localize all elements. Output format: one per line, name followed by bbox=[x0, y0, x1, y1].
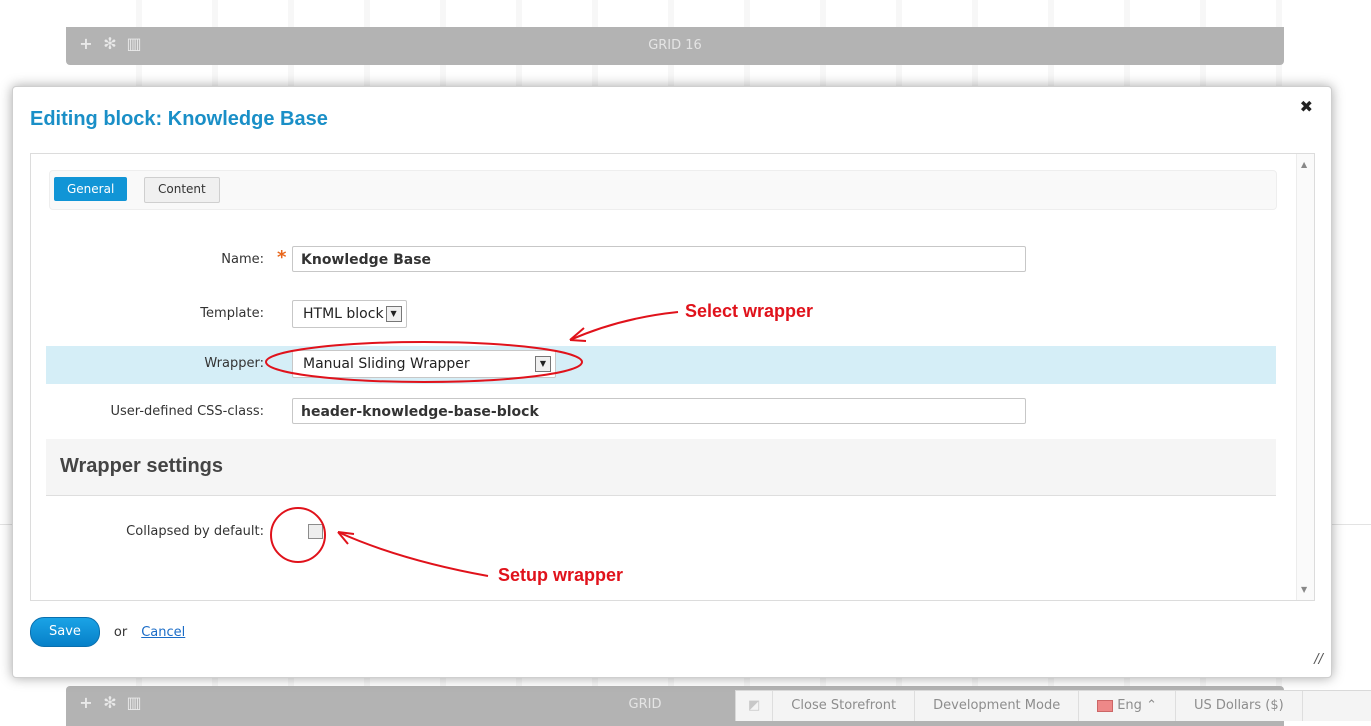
wrapper-highlight-ellipse bbox=[265, 341, 583, 383]
select-wrapper-annotation: Select wrapper bbox=[685, 301, 814, 321]
language-label: Eng bbox=[1117, 698, 1142, 713]
checkbox-highlight-circle bbox=[270, 507, 326, 563]
annotation-overlay bbox=[265, 311, 679, 577]
currency-selector[interactable]: US Dollars ($) bbox=[1176, 691, 1303, 721]
close-storefront-button[interactable]: Close Storefront bbox=[773, 691, 916, 721]
select-wrapper-arrow bbox=[569, 311, 679, 341]
edit-icon[interactable]: ◩ bbox=[736, 691, 774, 721]
flag-icon bbox=[1097, 699, 1114, 712]
storefront-status-bar: ◩ Close Storefront Development Mode Eng … bbox=[735, 690, 1371, 721]
language-selector[interactable]: Eng ⌃ bbox=[1079, 691, 1176, 721]
setup-wrapper-arrow bbox=[337, 531, 489, 577]
development-mode-button[interactable]: Development Mode bbox=[915, 691, 1080, 721]
setup-wrapper-annotation: Setup wrapper bbox=[498, 565, 624, 585]
